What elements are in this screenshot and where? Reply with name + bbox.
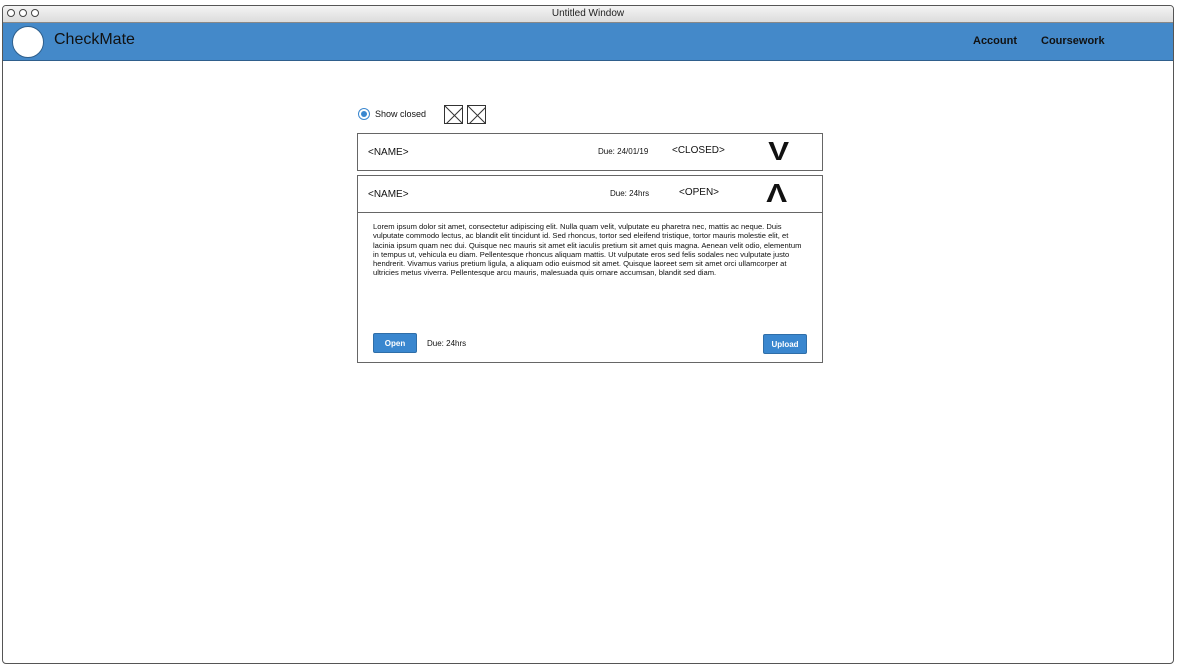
image-placeholder-icon[interactable] xyxy=(444,104,464,124)
nav-coursework-link[interactable]: Coursework xyxy=(1041,35,1105,47)
collapse-chevron-icon[interactable]: Λ xyxy=(766,178,787,209)
app-header: CheckMate Account Coursework xyxy=(3,23,1173,61)
filter-row: Show closed xyxy=(358,103,487,125)
nav-account-link[interactable]: Account xyxy=(973,35,1017,47)
assignment-card-open: <NAME> Due: 24hrs <OPEN> Λ Lorem ipsum d… xyxy=(357,175,823,363)
window-title: Untitled Window xyxy=(551,8,625,19)
assignment-description: Lorem ipsum dolor sit amet, consectetur … xyxy=(373,222,802,278)
open-button[interactable]: Open xyxy=(373,333,417,353)
assignment-header[interactable]: <NAME> Due: 24/01/19 <CLOSED> V xyxy=(358,134,822,170)
assignment-name: <NAME> xyxy=(368,147,409,158)
assignment-details: Lorem ipsum dolor sit amet, consectetur … xyxy=(358,212,822,362)
show-closed-label: Show closed xyxy=(375,109,427,119)
assignment-name: <NAME> xyxy=(368,189,409,200)
assignment-body-due: Due: 24hrs xyxy=(427,339,467,348)
window-controls xyxy=(7,9,39,17)
maximize-window-button[interactable] xyxy=(31,9,39,17)
assignment-due: Due: 24hrs xyxy=(610,189,650,198)
app-name: CheckMate xyxy=(54,31,135,48)
assignment-status: <OPEN> xyxy=(679,187,720,198)
title-bar: Untitled Window xyxy=(3,6,1173,23)
upload-button[interactable]: Upload xyxy=(763,334,807,354)
close-window-button[interactable] xyxy=(7,9,15,17)
logo-icon xyxy=(12,26,44,58)
image-placeholder-icon[interactable] xyxy=(467,104,487,124)
assignment-due: Due: 24/01/19 xyxy=(598,147,649,156)
minimize-window-button[interactable] xyxy=(19,9,27,17)
app-window: Untitled Window CheckMate Account Course… xyxy=(2,5,1174,664)
show-closed-radio[interactable] xyxy=(358,108,370,120)
filter-placeholders xyxy=(444,104,487,124)
assignment-header[interactable]: <NAME> Due: 24hrs <OPEN> Λ xyxy=(358,176,822,212)
assignment-status: <CLOSED> xyxy=(672,145,725,156)
expand-chevron-icon[interactable]: V xyxy=(768,136,789,167)
assignment-card-closed: <NAME> Due: 24/01/19 <CLOSED> V xyxy=(357,133,823,171)
